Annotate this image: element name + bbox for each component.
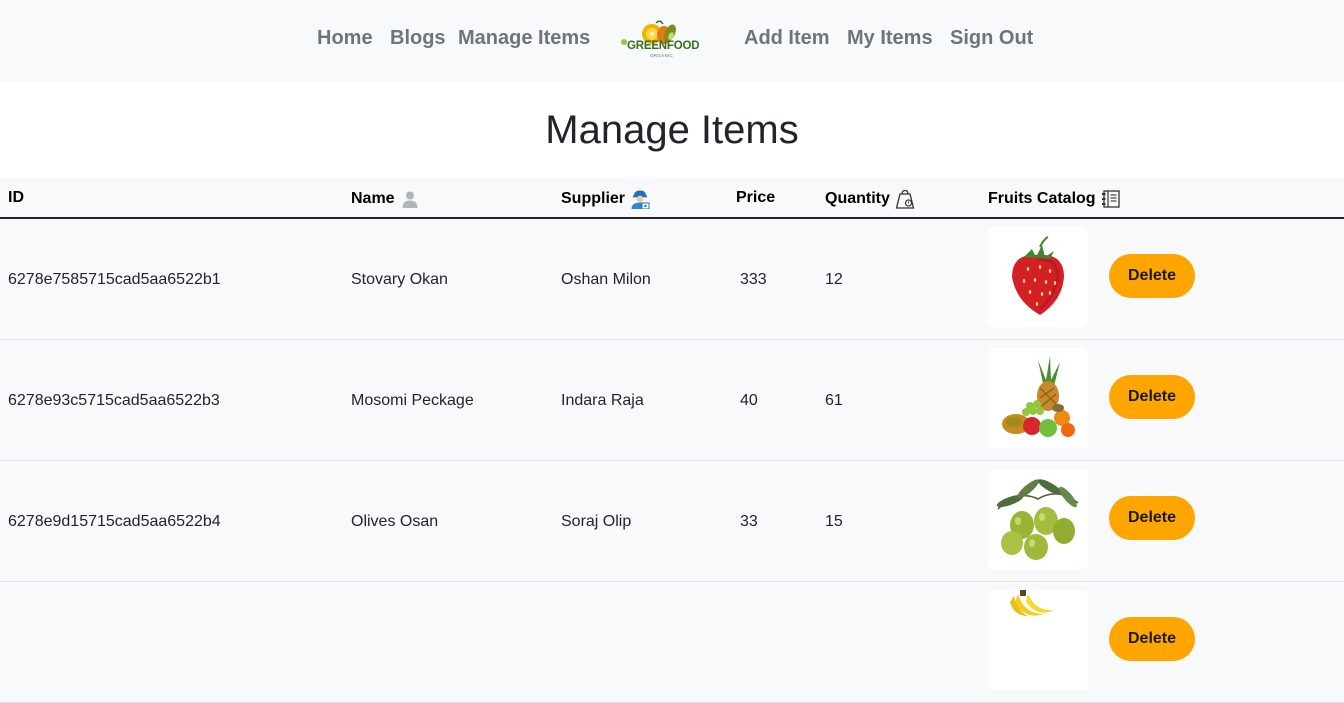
header-supplier: Supplier [561, 189, 650, 209]
header-quantity-label: Quantity [825, 190, 890, 207]
header-price-label: Price [736, 189, 776, 206]
table-header: ID Name Supplier Price Quantity Fruits C… [0, 178, 1344, 219]
table-row: 6278e7585715cad5aa6522b1 Stovary Okan Os… [0, 219, 1344, 340]
cell-quantity: 61 [825, 392, 843, 409]
cell-supplier: Oshan Milon [561, 271, 651, 288]
person-icon [402, 191, 418, 208]
nav-sign-out-link[interactable]: Sign Out [950, 27, 1033, 50]
delete-button[interactable]: Delete [1109, 254, 1195, 298]
logo-subtext: ORGANIC [650, 53, 674, 58]
page-title: Manage Items [545, 108, 799, 152]
header-id: ID [8, 189, 24, 207]
supplier-person-icon [631, 190, 650, 209]
delete-button[interactable]: Delete [1109, 617, 1195, 661]
cell-id: 6278e93c5715cad5aa6522b3 [8, 392, 220, 409]
header-catalog: Fruits Catalog [988, 189, 1121, 209]
cell-quantity: 12 [825, 271, 843, 288]
cell-name: Stovary Okan [351, 271, 448, 288]
delete-button[interactable]: Delete [1109, 496, 1195, 540]
navbar: Home Blogs Manage Items GREENFOOD ORGANI… [0, 0, 1344, 82]
header-name-label: Name [351, 190, 395, 207]
strawberry-image [988, 227, 1088, 327]
cell-name: Mosomi Peckage [351, 392, 474, 409]
header-catalog-label: Fruits Catalog [988, 190, 1096, 207]
greenfood-logo[interactable]: GREENFOOD ORGANIC [618, 20, 700, 62]
cell-quantity: 15 [825, 513, 843, 530]
header-supplier-label: Supplier [561, 190, 626, 207]
nav-home-link[interactable]: Home [317, 27, 373, 50]
table-row: Delete [0, 582, 1344, 703]
cell-price: 40 [740, 392, 758, 409]
delete-button[interactable]: Delete [1109, 375, 1195, 419]
cell-supplier: Indara Raja [561, 392, 644, 409]
items-table: ID Name Supplier Price Quantity Fruits C… [0, 178, 1344, 703]
cell-name: Olives Osan [351, 513, 439, 530]
table-row: 6278e9d15715cad5aa6522b4 Olives Osan Sor… [0, 461, 1344, 582]
nav-manage-items-link[interactable]: Manage Items [458, 27, 590, 50]
cell-price: 333 [740, 271, 767, 288]
nav-blogs-link[interactable]: Blogs [390, 27, 446, 50]
header-id-label: ID [8, 189, 24, 206]
bananas-image [988, 590, 1088, 690]
olives-image [988, 469, 1088, 569]
header-name: Name [351, 189, 420, 209]
nav-add-item-link[interactable]: Add Item [744, 27, 830, 50]
weight-bag-icon [895, 189, 915, 209]
logo-wordmark: GREENFOOD [627, 40, 700, 52]
nav-my-items-link[interactable]: My Items [847, 27, 933, 50]
fruit-basket-image [988, 348, 1088, 448]
table-row: 6278e93c5715cad5aa6522b3 Mosomi Peckage … [0, 340, 1344, 461]
catalog-book-icon [1101, 190, 1120, 208]
header-price: Price [736, 189, 775, 207]
cell-price: 33 [740, 513, 758, 530]
header-quantity: Quantity [825, 189, 915, 209]
cell-supplier: Soraj Olip [561, 513, 632, 530]
cell-id: 6278e7585715cad5aa6522b1 [8, 271, 221, 288]
cell-id: 6278e9d15715cad5aa6522b4 [8, 513, 221, 530]
